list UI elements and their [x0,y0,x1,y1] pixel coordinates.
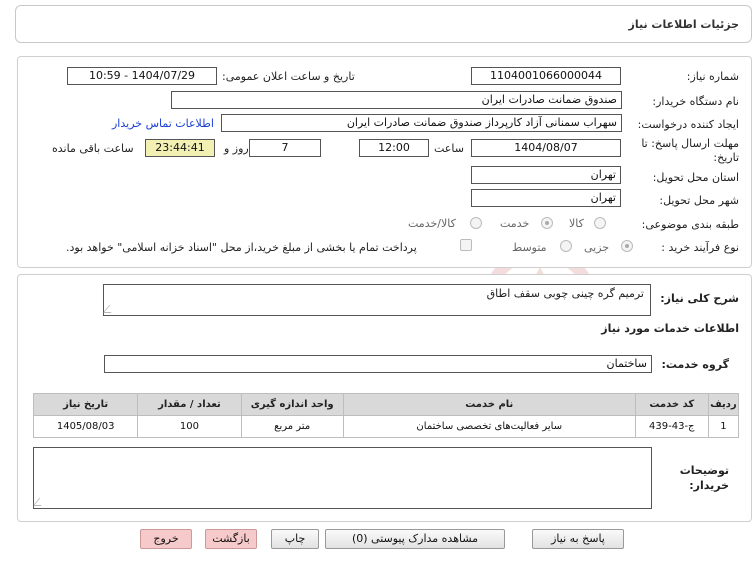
province-label: استان محل تحویل: [652,171,739,184]
announce-label: تاریخ و ساعت اعلان عمومی: [222,70,355,83]
cell-name: سایر فعالیت‌های تخصصی ساختمان [342,415,636,438]
page-title: جزئیات اطلاعات نیاز [628,18,740,31]
attachments-button[interactable]: مشاهده مدارک پیوستی (0) [325,529,505,549]
table-row[interactable]: 1 ج-43-439 سایر فعالیت‌های تخصصی ساختمان… [32,415,740,438]
services-table: ردیف کد خدمت نام خدمت واحد اندازه گیری ت… [32,393,740,438]
process-radio-medium[interactable] [560,240,572,252]
summary-textarea[interactable]: ترمیم گره چینی چوبی سقف اطاق [102,284,651,316]
table-header-row: ردیف کد خدمت نام خدمت واحد اندازه گیری ت… [32,393,740,416]
category-option-goods-service: کالا/خدمت [408,217,456,230]
days-field[interactable]: 7 [249,139,321,157]
deadline-label: مهلت ارسال پاسخ: تا [641,137,739,150]
city-field[interactable]: تهران [471,189,621,207]
cell-qty: 100 [137,415,242,438]
buyer-notes-label: توضیحات [679,464,729,477]
page-header: جزئیات اطلاعات نیاز [15,5,752,43]
deadline-label-date: تاریخ: [713,151,739,164]
buyer-field[interactable]: صندوق ضمانت صادرات ایران [171,91,622,109]
col-code-header: کد خدمت [634,393,709,416]
category-radio-service[interactable] [541,217,553,229]
resize-grip-icon[interactable] [102,305,118,313]
summary-label: شرح کلی نیاز: [660,292,739,305]
need-info-panel [17,56,752,268]
category-radio-goods-service[interactable] [470,217,482,229]
category-radio-goods[interactable] [594,217,606,229]
resize-grip-icon[interactable] [32,498,48,506]
time-label: ساعت [434,142,464,155]
print-button[interactable]: چاپ [271,529,319,549]
province-field[interactable]: تهران [471,166,621,184]
category-option-goods: کالا [569,217,584,230]
exit-button[interactable]: خروج [140,529,192,549]
cell-code: ج-43-439 [634,415,709,438]
service-group-label: گروه خدمت: [661,358,729,371]
need-number-field[interactable]: 1104001066000044 [471,67,621,85]
remaining-label: ساعت باقی مانده [52,142,134,155]
announce-field[interactable]: 1404/07/29 - 10:59 [67,67,217,85]
col-unit-header: واحد اندازه گیری [240,393,344,416]
process-radio-minor[interactable] [621,240,633,252]
process-label: نوع فرآیند خرید : [661,241,739,254]
col-name-header: نام خدمت [342,393,636,416]
contact-buyer-link[interactable]: اطلاعات تماس خریدار [112,117,214,130]
buyer-notes-label-2: خریدار: [689,479,729,492]
deadline-time-field[interactable]: 12:00 [359,139,429,157]
col-row-header: ردیف [707,393,740,416]
summary-text: ترمیم گره چینی چوبی سقف اطاق [486,287,644,300]
col-qty-header: تعداد / مقدار [137,393,242,416]
category-option-service: خدمت [500,217,530,230]
back-button[interactable]: بازگشت [205,529,257,549]
deadline-date-field[interactable]: 1404/08/07 [471,139,621,157]
creator-label: ایجاد کننده درخواست: [637,118,739,131]
reply-button[interactable]: پاسخ به نیاز [532,529,624,549]
cell-unit: متر مربع [240,415,344,438]
process-option-medium: متوسط [512,241,547,254]
buyer-label: نام دستگاه خریدار: [652,95,739,108]
category-label: طبقه بندی موضوعی: [641,218,739,231]
need-number-label: شماره نیاز: [686,70,739,83]
creator-field[interactable]: سهراب سمنانی آزاد کارپرداز صندوق ضمانت ص… [221,114,622,132]
days-label: روز و [224,142,249,155]
cell-row: 1 [707,415,740,438]
payment-note: پرداخت تمام یا بخشی از مبلغ خرید،از محل … [66,241,417,254]
city-label: شهر محل تحویل: [659,194,739,207]
cell-date: 1405/08/03 [32,415,139,438]
services-heading: اطلاعات خدمات مورد نیاز [601,322,739,335]
process-option-minor: جزیی [584,241,610,254]
remaining-time-field: 23:44:41 [145,139,215,157]
buyer-notes-textarea[interactable] [32,447,652,509]
payment-checkbox[interactable] [460,239,472,251]
col-date-header: تاریخ نیاز [32,393,139,416]
service-group-field[interactable]: ساختمان [104,355,652,373]
